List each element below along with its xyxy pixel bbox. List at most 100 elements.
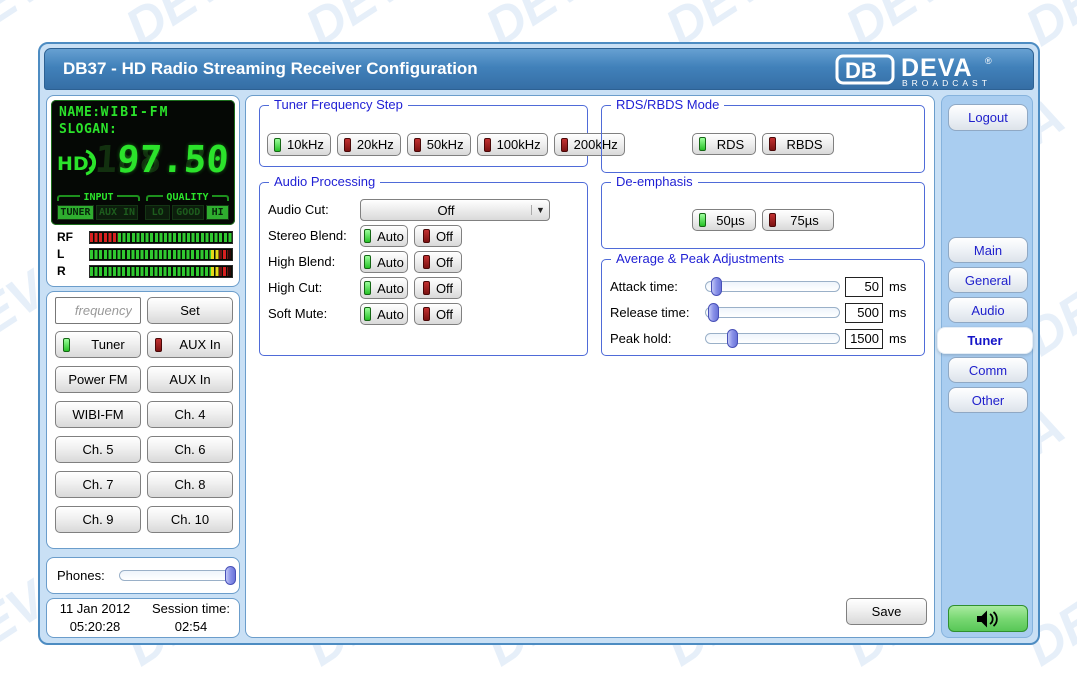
app-window: DB37 - HD Radio Streaming Receiver Confi… [38,42,1040,645]
frequency-input[interactable] [55,297,141,324]
aux-source-button[interactable]: AUX In [147,331,233,358]
freq-step-label: 50kHz [427,137,464,152]
release-time-slider[interactable] [705,307,840,318]
speaker-mute-button[interactable] [948,605,1028,632]
deemphasis-75us-button[interactable]: 75µs [762,209,834,231]
preset-button-ch7[interactable]: Ch. 7 [55,471,141,498]
logo-subtitle: BROADCAST [902,78,991,87]
freq-step-10khz-button[interactable]: 10kHz [267,133,331,156]
phones-panel: Phones: [46,557,240,594]
high-blend-off-button[interactable]: Off [414,251,462,273]
sidebar-item-main[interactable]: Main [948,237,1028,263]
preset-button-ch10[interactable]: Ch. 10 [147,506,233,533]
group-deemphasis: De-emphasis 50µs 75µs [601,182,925,249]
freq-step-label: 10kHz [287,137,324,152]
lcd-name-value: WIBI-FM [101,105,170,120]
lcd-input-header: INPUT [83,192,113,203]
led-icon [769,137,776,151]
aux-source-label: AUX In [168,337,232,352]
page-title: DB37 - HD Radio Streaming Receiver Confi… [63,49,478,89]
freq-step-50khz-button[interactable]: 50kHz [407,133,471,156]
group-title: De-emphasis [611,174,698,189]
high-blend-auto-button[interactable]: Auto [360,251,408,273]
preset-button-ch5[interactable]: Ch. 5 [55,436,141,463]
set-button[interactable]: Set [147,297,233,324]
soft-mute-off-button[interactable]: Off [414,303,462,325]
peak-hold-slider-thumb[interactable] [727,329,738,348]
sidebar-item-other[interactable]: Other [948,387,1028,413]
preset-button-ch8[interactable]: Ch. 8 [147,471,233,498]
current-time: 05:20:28 [47,618,143,636]
stereo-blend-off-button[interactable]: Off [414,225,462,247]
freq-step-100khz-button[interactable]: 100kHz [477,133,548,156]
group-tuner-frequency-step: Tuner Frequency Step 10kHz 20kHz 50kHz 1… [259,105,588,167]
freq-step-20khz-button[interactable]: 20kHz [337,133,401,156]
lcd-meters-panel: NAME:WIBI-FM SLOGAN: HD 188.88 97.50 INP… [46,95,240,287]
preset-button-ch9[interactable]: Ch. 9 [55,506,141,533]
auto-label: Auto [377,255,404,270]
stereo-blend-label: Stereo Blend: [268,228,347,243]
sidebar-item-tuner[interactable]: Tuner [937,327,1033,354]
sidebar-item-general[interactable]: General [948,267,1028,293]
left-audio-meter [89,248,233,261]
badge-good: GOOD [172,205,204,220]
preset-label: Ch. 8 [174,477,205,492]
nav-label: Comm [969,363,1007,378]
release-time-slider-thumb[interactable] [708,303,719,322]
attack-time-value[interactable]: 50 [845,277,883,297]
led-icon [699,213,706,227]
preset-button-ch4[interactable]: Ch. 4 [147,401,233,428]
release-time-value[interactable]: 500 [845,303,883,323]
peak-hold-label: Peak hold: [610,331,671,346]
attack-time-slider[interactable] [705,281,840,292]
high-cut-off-button[interactable]: Off [414,277,462,299]
sidebar: Logout Main General Audio Tuner Comm Oth… [941,95,1033,638]
rds-button[interactable]: RDS [692,133,756,155]
tuner-source-button[interactable]: Tuner [55,331,141,358]
phones-volume-slider[interactable] [119,570,232,581]
audio-cut-value: Off [361,203,531,218]
soft-mute-auto-button[interactable]: Auto [360,303,408,325]
deemphasis-50us-button[interactable]: 50µs [692,209,756,231]
preset-label: Ch. 6 [174,442,205,457]
audio-cut-select[interactable]: Off ▼ [360,199,550,221]
lcd-display: NAME:WIBI-FM SLOGAN: HD 188.88 97.50 INP… [51,100,235,225]
badge-tuner: TUNER [57,205,94,220]
date-time: 11 Jan 2012 05:20:28 [47,600,143,636]
session-time-value: 02:54 [143,618,239,636]
release-time-unit: ms [889,305,906,320]
led-icon [423,229,430,243]
session-time: Session time: 02:54 [143,600,239,636]
peak-hold-slider[interactable] [705,333,840,344]
auto-label: Auto [377,281,404,296]
led-icon [364,229,371,243]
right-audio-meter [89,265,233,278]
logo-registered: ® [985,56,992,66]
nav-label: Tuner [967,333,1002,348]
session-time-label: Session time: [143,600,239,618]
attack-time-label: Attack time: [610,279,678,294]
freq-step-label: 20kHz [357,137,394,152]
attack-time-slider-thumb[interactable] [711,277,722,296]
off-label: Off [436,281,453,296]
preset-button-power-fm[interactable]: Power FM [55,366,141,393]
preset-button-wibi-fm[interactable]: WIBI-FM [55,401,141,428]
lcd-name-row: NAME:WIBI-FM [59,105,169,120]
phones-slider-thumb[interactable] [225,566,236,585]
rbds-button[interactable]: RBDS [762,133,834,155]
logout-button[interactable]: Logout [948,104,1028,131]
led-icon [364,307,371,321]
sidebar-item-audio[interactable]: Audio [948,297,1028,323]
stereo-blend-auto-button[interactable]: Auto [360,225,408,247]
save-button[interactable]: Save [846,598,927,625]
preset-label: Ch. 9 [82,512,113,527]
left-meter-label: L [57,247,89,261]
rbds-label: RBDS [782,137,827,152]
sidebar-item-comm[interactable]: Comm [948,357,1028,383]
high-cut-auto-button[interactable]: Auto [360,277,408,299]
preset-button-ch6[interactable]: Ch. 6 [147,436,233,463]
peak-hold-value[interactable]: 1500 [845,329,883,349]
title-bar: DB37 - HD Radio Streaming Receiver Confi… [44,48,1034,90]
preset-button-aux-in[interactable]: AUX In [147,366,233,393]
lcd-slogan-label: SLOGAN: [59,122,117,137]
